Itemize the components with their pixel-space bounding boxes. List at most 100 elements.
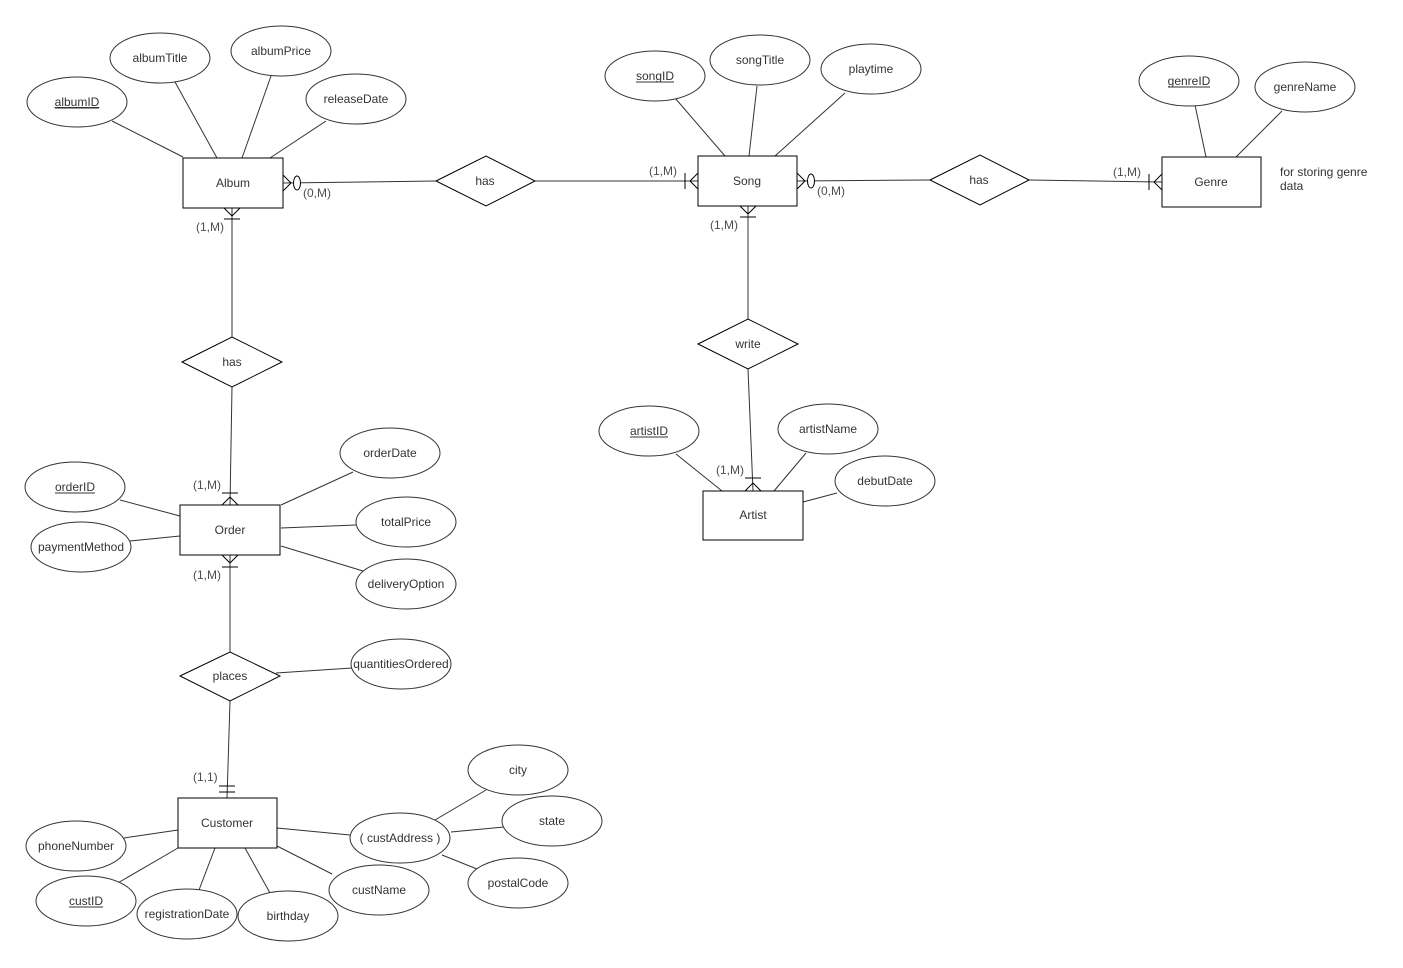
attribute-state[interactable]: state bbox=[501, 795, 603, 847]
attribute-custAddress[interactable]: ( custAddress ) bbox=[349, 812, 451, 864]
cardinality-artist-top: (1,M) bbox=[716, 463, 744, 477]
relationship-album-order-label: has bbox=[222, 355, 241, 369]
attribute-songID[interactable]: songID bbox=[604, 50, 706, 102]
attribute-songTitle[interactable]: songTitle bbox=[709, 34, 811, 86]
line-places-quantitiesOrdered bbox=[275, 667, 353, 674]
attribute-genreName-label: genreName bbox=[1274, 80, 1337, 94]
attribute-registrationDate[interactable]: registrationDate bbox=[136, 888, 238, 940]
attribute-artistName[interactable]: artistName bbox=[777, 403, 879, 455]
attribute-custAddress-label: ( custAddress ) bbox=[360, 831, 441, 845]
line-totalPrice-order bbox=[280, 524, 357, 529]
attribute-paymentMethod-label: paymentMethod bbox=[38, 540, 124, 554]
attribute-playtime[interactable]: playtime bbox=[820, 43, 922, 95]
relationship-song-artist-label: write bbox=[734, 337, 761, 351]
attribute-state-label: state bbox=[539, 814, 565, 828]
attribute-genreID[interactable]: genreID bbox=[1138, 55, 1240, 107]
line-songTitle-song bbox=[748, 85, 758, 157]
line-birthday-customer bbox=[244, 847, 271, 894]
genre-note-line-2: data bbox=[1280, 179, 1304, 193]
attribute-debutDate[interactable]: debutDate bbox=[834, 455, 936, 507]
line-albumPrice-album bbox=[241, 75, 272, 159]
attribute-phoneNumber-label: phoneNumber bbox=[38, 839, 114, 853]
attribute-totalPrice-label: totalPrice bbox=[381, 515, 431, 529]
cardinality-customer-top: (1,1) bbox=[193, 770, 218, 784]
attribute-deliveryOption[interactable]: deliveryOption bbox=[355, 558, 457, 610]
line-custName-customer bbox=[276, 845, 333, 875]
attribute-birthday[interactable]: birthday bbox=[237, 890, 339, 942]
line-write-artist bbox=[747, 368, 754, 492]
attribute-artistID[interactable]: artistID bbox=[598, 405, 700, 457]
entity-artist[interactable]: Artist bbox=[702, 490, 804, 541]
relationship-album-song[interactable]: has bbox=[434, 155, 537, 207]
attribute-genreName[interactable]: genreName bbox=[1254, 61, 1356, 113]
line-song-has bbox=[796, 179, 931, 182]
relationship-song-genre-label: has bbox=[969, 173, 988, 187]
entity-customer[interactable]: Customer bbox=[177, 797, 278, 849]
line-genreID-genre bbox=[1194, 104, 1207, 158]
attribute-orderID[interactable]: orderID bbox=[24, 461, 126, 513]
line-album-has bbox=[282, 180, 437, 184]
attribute-phoneNumber[interactable]: phoneNumber bbox=[25, 820, 127, 872]
attribute-albumPrice[interactable]: albumPrice bbox=[230, 25, 332, 77]
cardinality-album-right: (0,M) bbox=[303, 186, 331, 200]
er-diagram-canvas: Album Song Genre Order Artist Customer h… bbox=[24, 25, 1368, 942]
line-has-genre bbox=[1028, 179, 1163, 183]
attribute-artistID-label: artistID bbox=[630, 424, 668, 438]
attribute-postalCode[interactable]: postalCode bbox=[467, 857, 569, 909]
cardinality-genre-left: (1,M) bbox=[1113, 165, 1141, 179]
attribute-city[interactable]: city bbox=[467, 744, 569, 796]
cardinality-song-right: (0,M) bbox=[817, 184, 845, 198]
attribute-debutDate-label: debutDate bbox=[857, 474, 913, 488]
entity-order[interactable]: Order bbox=[179, 504, 281, 556]
attribute-albumPrice-label: albumPrice bbox=[251, 44, 311, 58]
line-genreName-genre bbox=[1235, 110, 1283, 158]
relationship-song-genre[interactable]: has bbox=[928, 154, 1031, 206]
entity-song[interactable]: Song bbox=[697, 155, 798, 207]
attribute-quantitiesOrdered-label: quantitiesOrdered bbox=[353, 657, 448, 671]
attribute-custName[interactable]: custName bbox=[328, 864, 430, 916]
attribute-genreID-label: genreID bbox=[1168, 74, 1211, 88]
entity-song-label: Song bbox=[733, 174, 761, 188]
attribute-albumTitle[interactable]: albumTitle bbox=[109, 32, 211, 84]
entity-album[interactable]: Album bbox=[182, 157, 284, 209]
relationship-album-song-label: has bbox=[475, 174, 494, 188]
attribute-releaseDate[interactable]: releaseDate bbox=[305, 73, 407, 125]
line-debutDate-artist bbox=[802, 492, 838, 503]
entity-genre-label: Genre bbox=[1194, 175, 1228, 189]
cardinality-labels: (0,M) (1,M) (1,M) (0,M) (1,M) (1,M) (1,M… bbox=[193, 164, 1141, 784]
relationship-order-customer[interactable]: places bbox=[178, 651, 282, 702]
genre-note-line-1: for storing genre bbox=[1280, 165, 1368, 179]
attribute-registrationDate-label: registrationDate bbox=[145, 907, 230, 921]
attribute-albumID-label: albumID bbox=[55, 95, 100, 109]
attribute-orderDate[interactable]: orderDate bbox=[339, 427, 441, 479]
attribute-albumID[interactable]: albumID bbox=[26, 76, 128, 128]
cardinality-song-bottom: (1,M) bbox=[710, 218, 738, 232]
attribute-custName-label: custName bbox=[352, 883, 406, 897]
entities: Album Song Genre Order Artist Customer bbox=[177, 155, 1262, 849]
entity-genre[interactable]: Genre bbox=[1161, 156, 1262, 208]
genre-note: for storing genre data bbox=[1280, 165, 1368, 193]
relationship-order-customer-label: places bbox=[213, 669, 248, 683]
entity-order-label: Order bbox=[215, 523, 246, 537]
line-playtime-song bbox=[774, 92, 846, 157]
attribute-orderID-label: orderID bbox=[55, 480, 95, 494]
attribute-releaseDate-label: releaseDate bbox=[324, 92, 389, 106]
entity-album-label: Album bbox=[216, 176, 250, 190]
attribute-paymentMethod[interactable]: paymentMethod bbox=[30, 521, 132, 573]
line-custAddress-postalCode bbox=[441, 854, 478, 870]
line-artistName-artist bbox=[773, 452, 807, 492]
attribute-custID[interactable]: custID bbox=[35, 875, 137, 927]
relationship-album-order[interactable]: has bbox=[180, 336, 284, 388]
line-deliveryOption-order bbox=[280, 545, 364, 572]
attribute-artistName-label: artistName bbox=[799, 422, 857, 436]
line-releaseDate-album bbox=[269, 120, 327, 159]
attribute-postalCode-label: postalCode bbox=[488, 876, 549, 890]
line-custAddress-city bbox=[434, 789, 487, 821]
connector-lines bbox=[111, 75, 1283, 894]
attribute-quantitiesOrdered[interactable]: quantitiesOrdered bbox=[350, 638, 452, 690]
attribute-city-label: city bbox=[509, 763, 527, 777]
attribute-totalPrice[interactable]: totalPrice bbox=[355, 496, 457, 548]
entity-customer-label: Customer bbox=[201, 816, 253, 830]
line-customer-custAddress bbox=[276, 827, 351, 836]
relationship-song-artist[interactable]: write bbox=[696, 318, 800, 370]
